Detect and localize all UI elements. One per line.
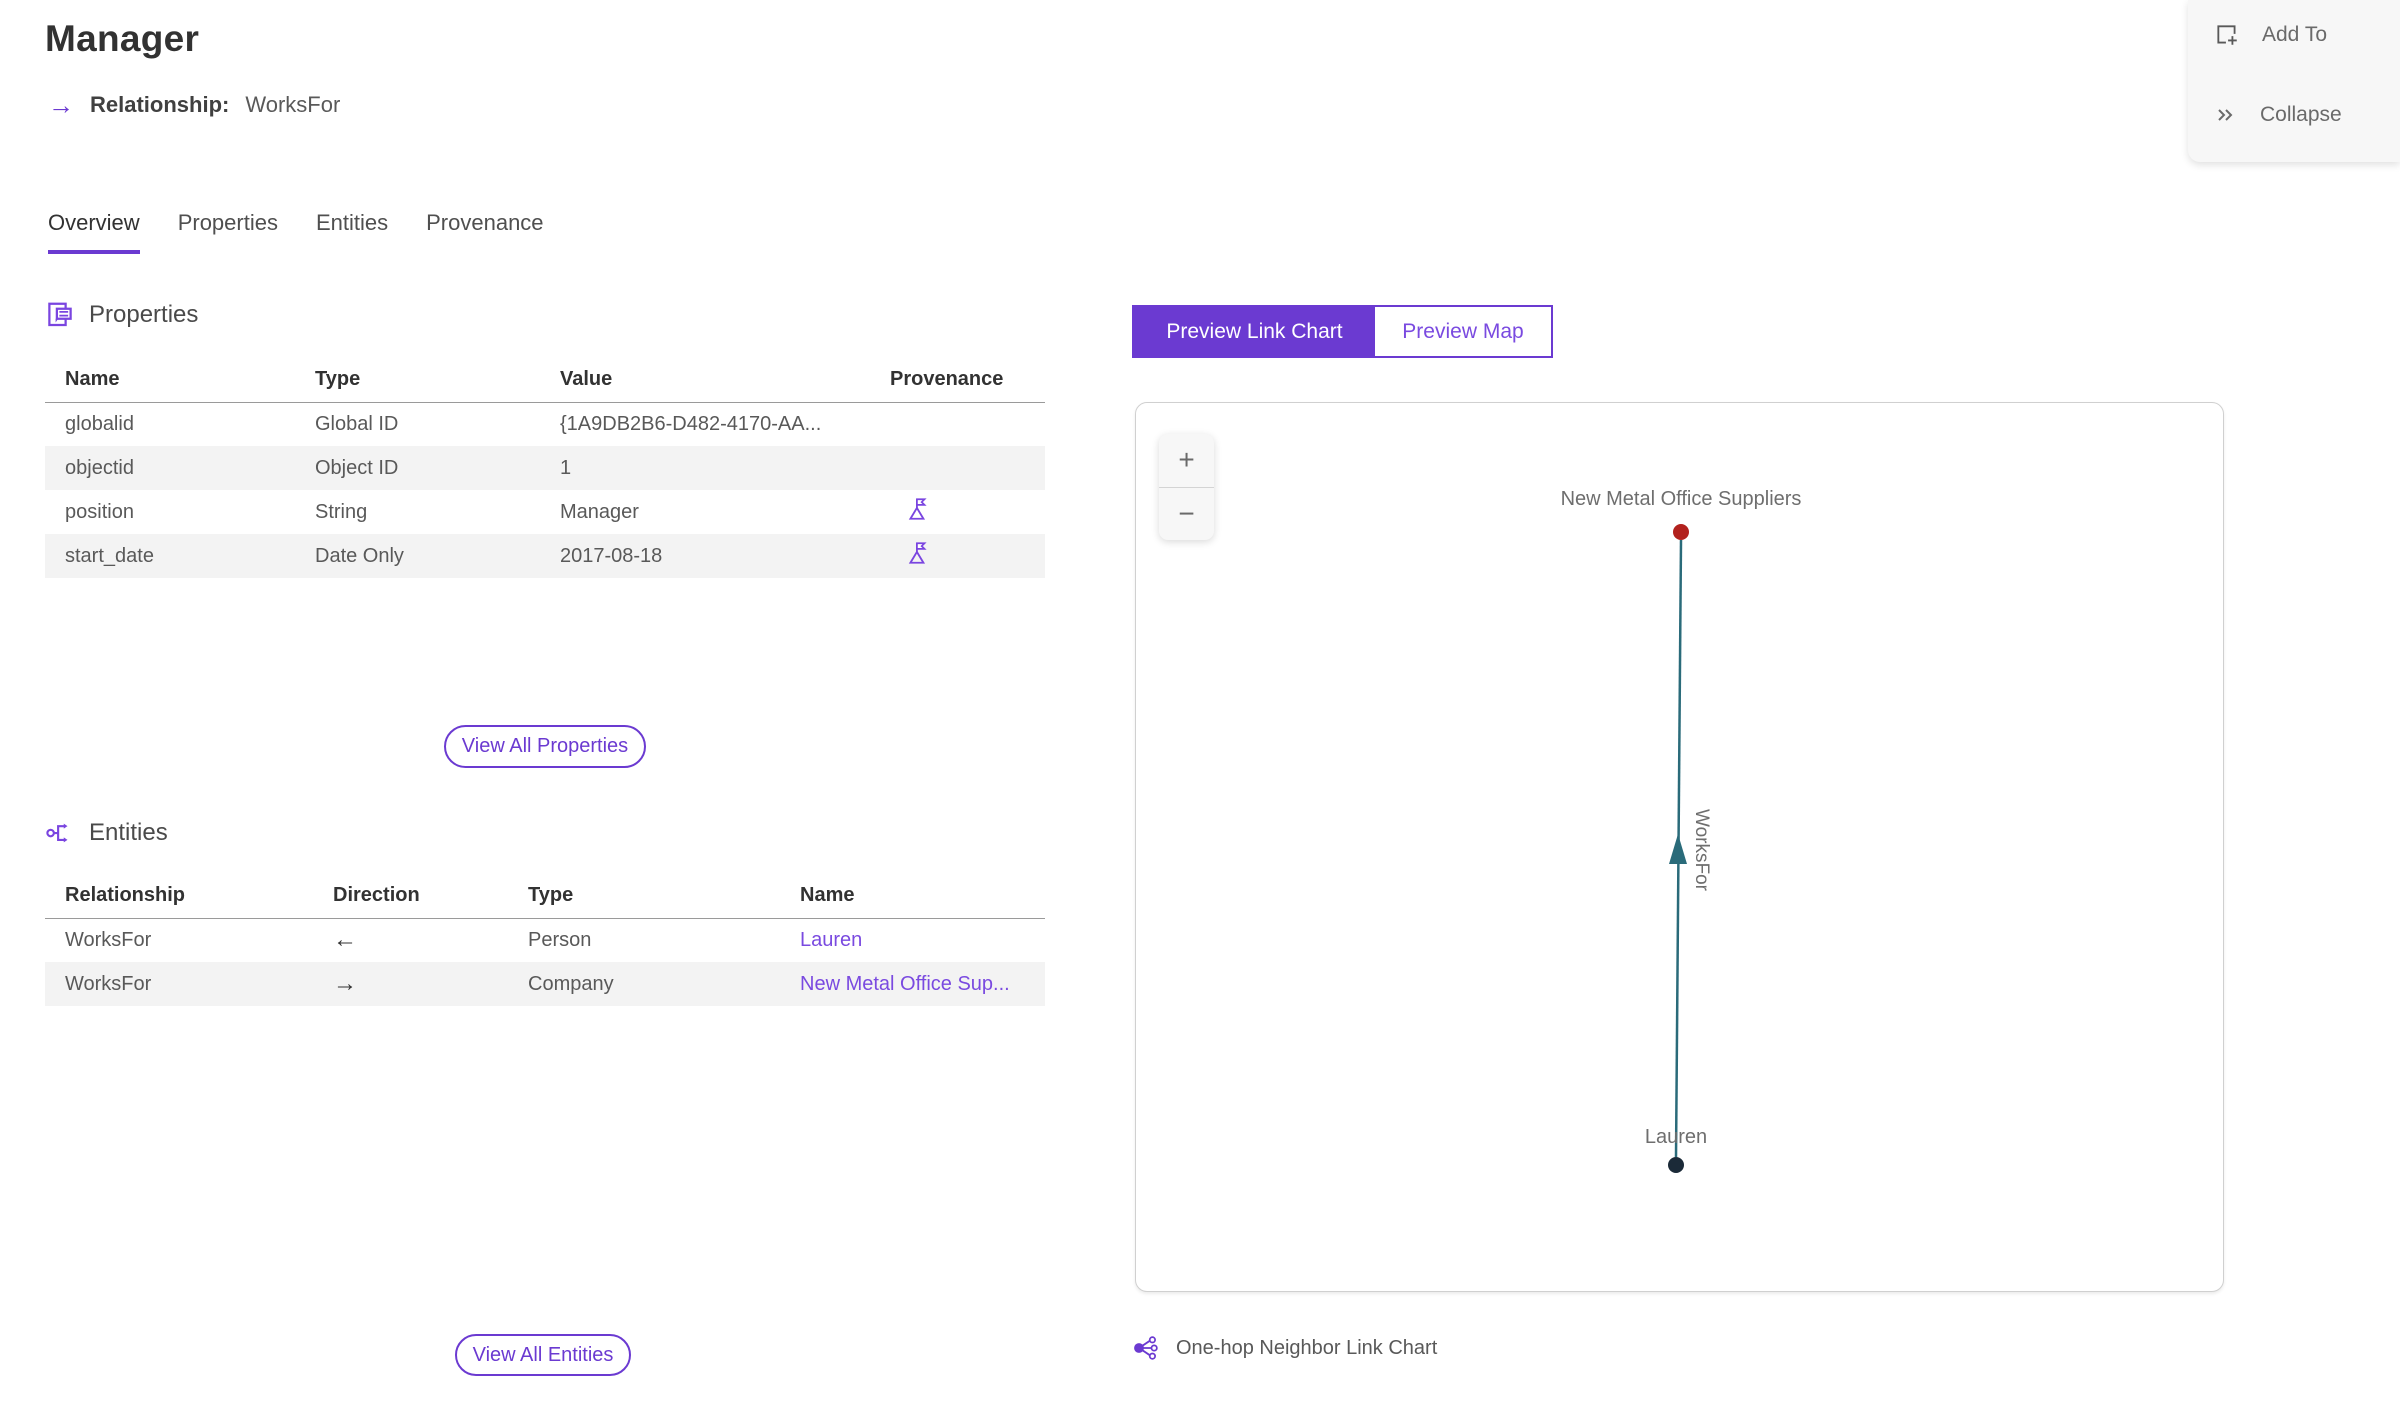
- one-hop-caption-label: One-hop Neighbor Link Chart: [1176, 1336, 1438, 1359]
- prop-type: String: [315, 500, 368, 523]
- edge-arrowhead-icon: [1669, 834, 1687, 864]
- provenance-flag-icon[interactable]: [905, 540, 931, 566]
- table-row: globalid Global ID {1A9DB2B6-D482-4170-A…: [45, 402, 1045, 446]
- tab-properties[interactable]: Properties: [178, 210, 278, 254]
- prop-value: Manager: [560, 500, 639, 523]
- properties-table-header: Name Type Value Provenance: [45, 358, 1045, 403]
- view-all-entities-button[interactable]: View All Entities: [455, 1334, 631, 1376]
- col-relationship: Relationship: [45, 874, 313, 919]
- entities-link-icon: [46, 823, 68, 843]
- direction-arrow: →: [313, 962, 508, 1006]
- direction-arrow: ←: [333, 926, 357, 954]
- add-to-button[interactable]: Add To: [2214, 22, 2327, 48]
- col-name: Name: [780, 874, 1045, 919]
- relationship-arrow-icon: →: [48, 90, 74, 120]
- entities-table-header: Relationship Direction Type Name: [45, 874, 1045, 919]
- prop-value: 1: [540, 446, 870, 490]
- one-hop-caption: One-hop Neighbor Link Chart: [1132, 1334, 1437, 1362]
- prop-name: objectid: [45, 446, 295, 490]
- node-label-company: New Metal Office Suppliers: [1561, 488, 1802, 510]
- prop-provenance: [870, 490, 1045, 534]
- prop-value: {1A9DB2B6-D482-4170-AA...: [560, 412, 822, 435]
- preview-map-button[interactable]: Preview Map: [1375, 307, 1551, 356]
- prop-provenance: [870, 534, 1045, 578]
- table-row: objectid Object ID 1: [45, 446, 1045, 490]
- prop-provenance: [870, 446, 1045, 490]
- tab-provenance[interactable]: Provenance: [426, 210, 543, 254]
- add-to-icon: [2217, 25, 2237, 45]
- entity-type: Company: [508, 962, 780, 1006]
- entities-section-header: Entities: [45, 818, 168, 848]
- view-all-properties-button[interactable]: View All Properties: [444, 725, 646, 768]
- col-type: Type: [295, 358, 540, 403]
- relationship-label: Relationship:: [90, 92, 230, 117]
- table-row: WorksFor ← Person Lauren: [45, 918, 1045, 962]
- properties-section-header: Properties: [45, 300, 198, 330]
- page-title: Manager: [45, 18, 200, 59]
- node-company[interactable]: [1673, 524, 1689, 540]
- properties-icon: [48, 302, 72, 327]
- node-label-person: Lauren: [1645, 1126, 1707, 1148]
- prop-value: 2017-08-18: [540, 534, 870, 578]
- collapse-label: Collapse: [2260, 103, 2342, 126]
- entity-relationship: WorksFor: [65, 928, 152, 951]
- entity-name-link[interactable]: New Metal Office Sup...: [800, 973, 1010, 995]
- node-person[interactable]: [1668, 1157, 1684, 1173]
- entity-relationship: WorksFor: [45, 962, 313, 1006]
- prop-provenance: [870, 402, 1045, 446]
- preview-toggle: Preview Link Chart Preview Map: [1132, 305, 1553, 358]
- properties-section-title: Properties: [89, 301, 199, 328]
- relationship-value: WorksFor: [245, 92, 341, 117]
- preview-link-chart-button[interactable]: Preview Link Chart: [1134, 307, 1375, 356]
- table-row: position String Manager: [45, 490, 1045, 534]
- col-provenance: Provenance: [870, 358, 1045, 403]
- link-chart-panel[interactable]: + − WorksFor New Metal Office Suppliers …: [1135, 402, 2224, 1292]
- one-hop-link-chart-icon: [1134, 1336, 1158, 1360]
- add-to-label: Add To: [2262, 23, 2327, 46]
- entity-type: Person: [528, 928, 592, 951]
- provenance-flag-icon[interactable]: [905, 496, 931, 522]
- table-row: WorksFor → Company New Metal Office Sup.…: [45, 962, 1045, 1006]
- table-row: start_date Date Only 2017-08-18: [45, 534, 1045, 578]
- entities-section-title: Entities: [89, 819, 168, 846]
- collapse-button[interactable]: Collapse: [2214, 103, 2342, 127]
- prop-type: Date Only: [295, 534, 540, 578]
- col-name: Name: [45, 358, 295, 403]
- properties-table: Name Type Value Provenance globalid Glob…: [45, 358, 1045, 578]
- tab-overview[interactable]: Overview: [48, 210, 140, 254]
- entities-table: Relationship Direction Type Name WorksFo…: [45, 874, 1045, 1006]
- tab-bar: Overview Properties Entities Provenance: [48, 210, 544, 254]
- prop-type: Object ID: [295, 446, 540, 490]
- link-chart-canvas[interactable]: WorksFor New Metal Office Suppliers Laur…: [1136, 403, 2223, 1291]
- prop-name: position: [65, 500, 134, 523]
- tab-entities[interactable]: Entities: [316, 210, 388, 254]
- col-type: Type: [508, 874, 780, 919]
- relationship-subtitle: → Relationship: WorksFor: [48, 92, 340, 118]
- prop-name: start_date: [45, 534, 295, 578]
- prop-name: globalid: [65, 412, 134, 435]
- edge-label: WorksFor: [1691, 809, 1712, 892]
- prop-type: Global ID: [315, 412, 399, 435]
- col-direction: Direction: [313, 874, 508, 919]
- chevrons-right-icon: [2218, 109, 2233, 121]
- col-value: Value: [540, 358, 870, 403]
- entity-name-link[interactable]: Lauren: [800, 929, 862, 951]
- action-card: Add To Collapse: [2188, 0, 2400, 162]
